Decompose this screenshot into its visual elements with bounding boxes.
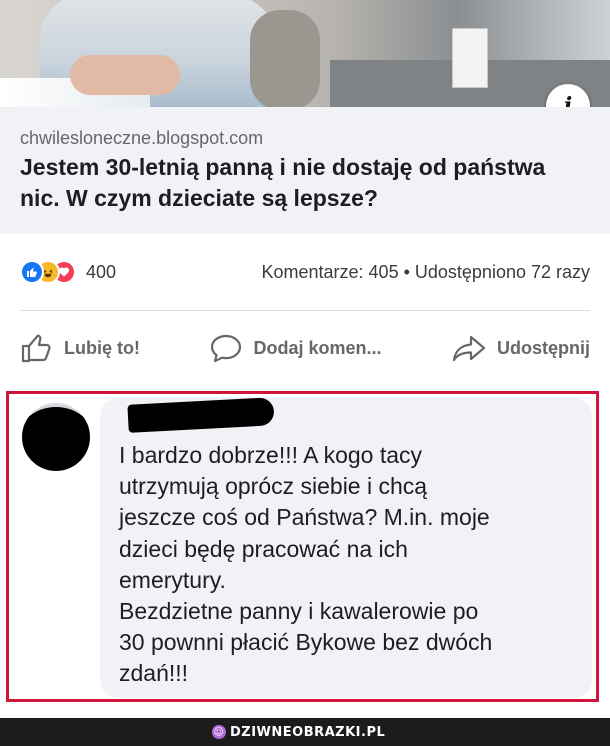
avatar-redaction (22, 407, 90, 471)
like-label: Lubię to! (64, 337, 140, 358)
comment-label: Dodaj komen... (253, 337, 382, 358)
watermark: ☺ DZIWNEOBRAZKI.PL (212, 723, 385, 741)
comment-button[interactable]: Dodaj komen... (209, 333, 382, 363)
watermark-text: DZIWNEOBRAZKI.PL (230, 724, 386, 740)
share-arrow-icon (451, 333, 487, 363)
comments-shares-summary[interactable]: Komentarze: 405 • Udostępniono 72 razy (262, 262, 591, 283)
like-reaction-icon (20, 260, 44, 284)
link-headline[interactable]: Jestem 30-letnią panną i nie dostaję od … (20, 152, 580, 214)
reactions[interactable]: 400 (20, 260, 116, 284)
avatar[interactable] (22, 403, 90, 471)
share-button[interactable]: Udostępnij (451, 333, 590, 363)
link-domain: chwilesloneczne.blogspot.com (20, 128, 264, 148)
thumbs-up-icon (20, 333, 54, 363)
image-arm (70, 55, 180, 95)
divider (20, 310, 590, 311)
image-chair (250, 10, 320, 107)
share-label: Udostępnij (496, 337, 590, 358)
watermark-logo-icon: ☺ (212, 725, 226, 739)
post-actions: Lubię to! Dodaj komen... Udostępnij (20, 328, 590, 368)
like-button[interactable]: Lubię to! (20, 333, 140, 363)
post-stats: 400 Komentarze: 405 • Udostępniono 72 ra… (20, 258, 590, 286)
post-link-image[interactable] (0, 0, 610, 107)
image-bag (452, 28, 488, 88)
comment-bubble-icon (209, 333, 243, 363)
comment-text: I bardzo dobrze!!! A kogo tacy utrzymują… (119, 442, 493, 687)
reaction-count: 400 (86, 261, 117, 282)
